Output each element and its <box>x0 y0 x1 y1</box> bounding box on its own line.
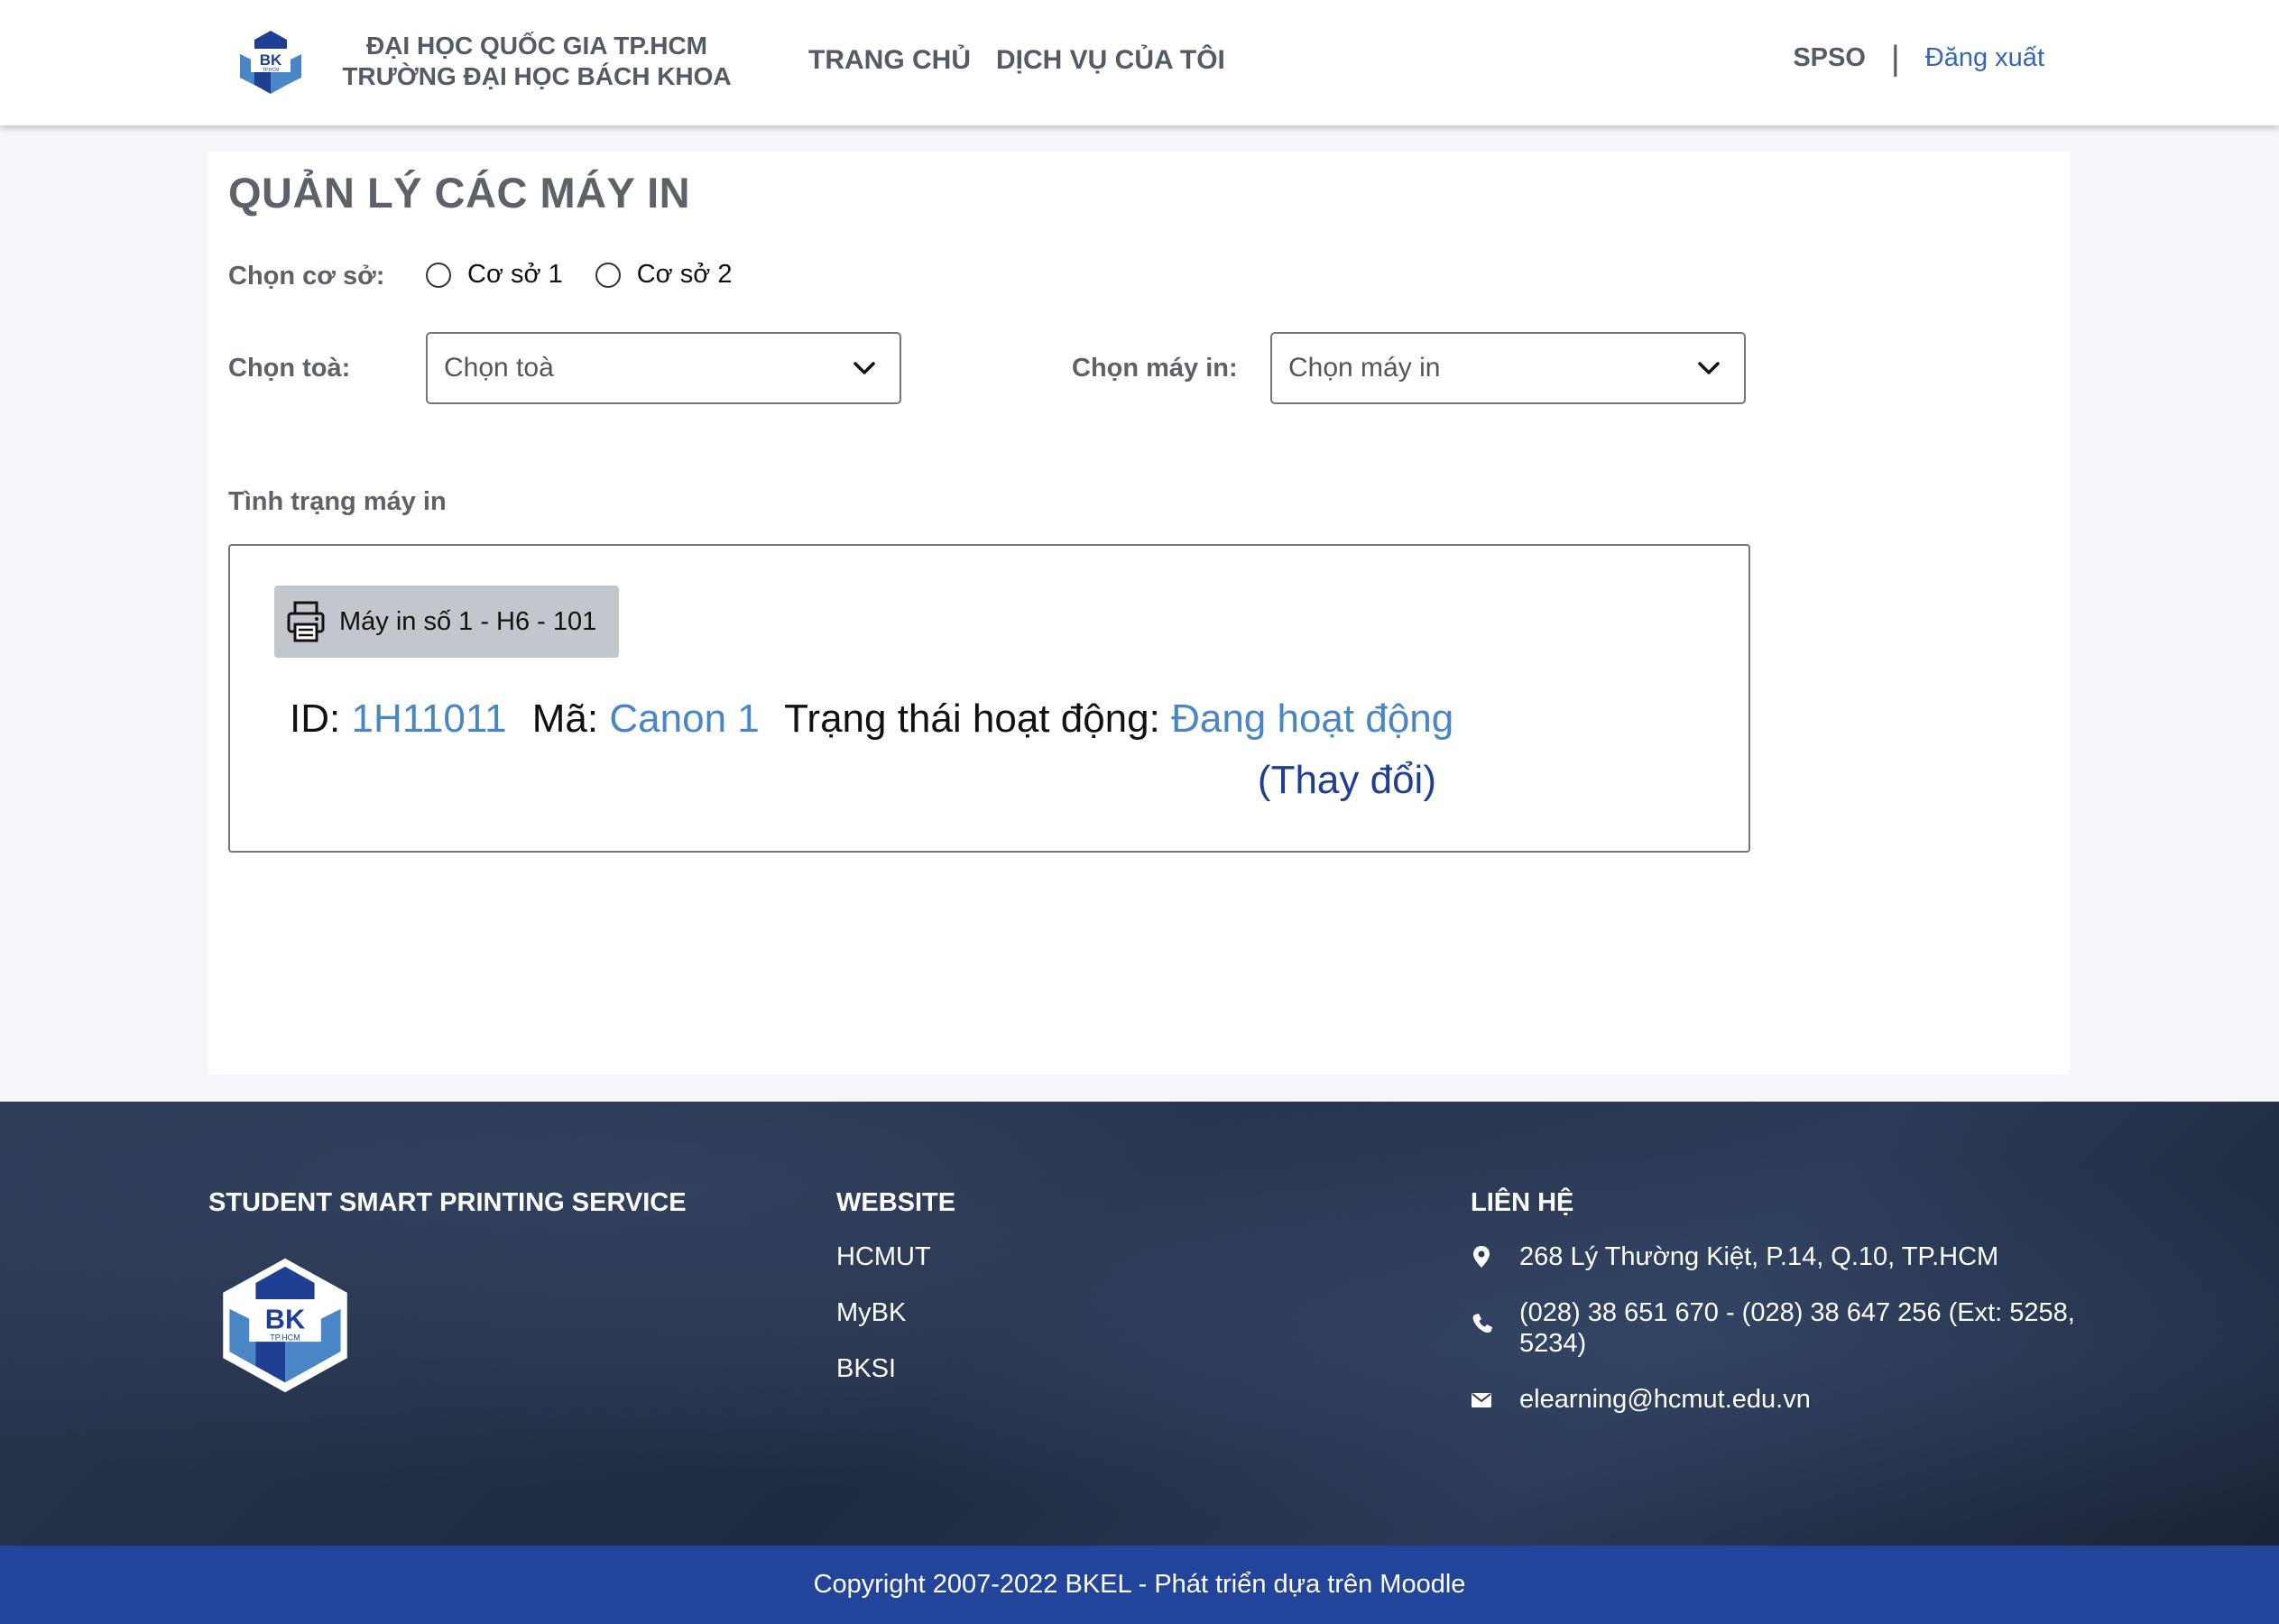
printer-info-line: ID: 1H11011 Mã: Canon 1 Trạng thái hoạt … <box>290 697 1453 742</box>
code-label: Mã: <box>531 697 599 741</box>
footer-website-title: WEBSITE <box>836 1188 956 1217</box>
building-select[interactable]: Chọn toà <box>426 332 901 404</box>
university-name: ĐẠI HỌC QUỐC GIA TP.HCM TRƯỜNG ĐẠI HỌC B… <box>334 31 740 92</box>
chevron-down-icon <box>853 362 875 374</box>
map-pin-icon <box>1473 1246 1490 1268</box>
footer-brand-title: STUDENT SMART PRINTING SERVICE <box>208 1188 687 1217</box>
campus-option-1-label: Cơ sở 1 <box>467 260 563 289</box>
printer-select[interactable]: Chọn máy in <box>1270 332 1746 404</box>
university-line-2: TRƯỜNG ĐẠI HỌC BÁCH KHOA <box>342 62 732 90</box>
id-label: ID: <box>290 697 341 741</box>
contact-address-text: 268 Lý Thường Kiệt, P.14, Q.10, TP.HCM <box>1519 1242 1999 1271</box>
printer-item-button[interactable]: Máy in số 1 - H6 - 101 <box>274 586 619 658</box>
state-value: Đang hoạt động <box>1171 697 1454 741</box>
printer-status-label: Tình trạng máy in <box>228 487 447 516</box>
printer-label: Chọn máy in: <box>1072 354 1238 383</box>
bk-logo[interactable]: BK TP.HCM <box>233 25 309 101</box>
svg-text:TP.HCM: TP.HCM <box>270 1333 300 1342</box>
contact-email-text[interactable]: elearning@hcmut.edu.vn <box>1519 1384 1811 1415</box>
contact-email: elearning@hcmut.edu.vn <box>1471 1384 2102 1415</box>
campus-option-2[interactable]: Cơ sở 2 <box>595 260 733 290</box>
code-value: Canon 1 <box>609 697 760 741</box>
state-label: Trạng thái hoạt động: <box>784 697 1160 741</box>
campus-radio-group: Cơ sở 1 Cơ sở 2 <box>426 260 732 290</box>
university-line-1: ĐẠI HỌC QUỐC GIA TP.HCM <box>365 32 707 60</box>
user-area: SPSO | Đăng xuất <box>1793 39 2044 78</box>
copyright-bar: Copyright 2007-2022 BKEL - Phát triển dự… <box>0 1546 2279 1624</box>
printer-status-box: Máy in số 1 - H6 - 101 ID: 1H11011 Mã: C… <box>228 544 1750 853</box>
contact-list: 268 Lý Thường Kiệt, P.14, Q.10, TP.HCM (… <box>1471 1241 2102 1440</box>
svg-text:TP.HCM: TP.HCM <box>263 68 280 73</box>
campus-label: Chọn cơ sở: <box>228 262 385 291</box>
building-select-value: Chọn toà <box>444 353 554 383</box>
top-header: BK TP.HCM ĐẠI HỌC QUỐC GIA TP.HCM TRƯỜNG… <box>0 0 2279 125</box>
radio-circle[interactable] <box>426 262 451 288</box>
printer-item-label: Máy in số 1 - H6 - 101 <box>339 606 597 636</box>
contact-phone-text: (028) 38 651 670 - (028) 38 647 256 (Ext… <box>1519 1298 2075 1358</box>
user-name: SPSO <box>1793 43 1866 72</box>
id-value: 1H11011 <box>351 697 507 741</box>
footer-links: HCMUT MyBK BKSI <box>836 1241 931 1384</box>
bk-logo: BK TP.HCM <box>223 1258 347 1393</box>
copyright-text: Copyright 2007-2022 BKEL - Phát triển dự… <box>813 1570 1466 1599</box>
change-status-link[interactable]: (Thay đổi) <box>230 758 1436 803</box>
building-label: Chọn toà: <box>228 354 351 383</box>
printer-management-panel: QUẢN LÝ CÁC MÁY IN Chọn cơ sở: Cơ sở 1 C… <box>208 152 2070 1075</box>
printer-select-value: Chọn máy in <box>1288 353 1441 383</box>
svg-text:BK: BK <box>265 1304 305 1335</box>
footer: STUDENT SMART PRINTING SERVICE BK TP.HCM… <box>0 1102 2279 1546</box>
printer-icon <box>287 601 325 642</box>
contact-phone: (028) 38 651 670 - (028) 38 647 256 (Ext… <box>1471 1297 2102 1359</box>
main-nav: TRANG CHỦ DỊCH VỤ CỦA TÔI <box>808 45 1225 76</box>
chevron-down-icon <box>1698 362 1720 374</box>
campus-option-2-label: Cơ sở 2 <box>636 260 733 289</box>
contact-address: 268 Lý Thường Kiệt, P.14, Q.10, TP.HCM <box>1471 1241 2102 1272</box>
phone-icon <box>1472 1314 1492 1333</box>
nav-my-services[interactable]: DỊCH VỤ CỦA TÔI <box>996 45 1225 76</box>
mail-icon <box>1472 1393 1491 1407</box>
campus-option-1[interactable]: Cơ sở 1 <box>426 260 563 290</box>
footer-contact-title: LIÊN HỆ <box>1471 1188 1574 1217</box>
footer-link-bksi[interactable]: BKSI <box>836 1353 931 1384</box>
page-title: QUẢN LÝ CÁC MÁY IN <box>228 169 691 217</box>
user-separator: | <box>1890 39 1900 78</box>
svg-text:BK: BK <box>260 51 282 69</box>
logout-link[interactable]: Đăng xuất <box>1925 43 2044 73</box>
footer-link-hcmut[interactable]: HCMUT <box>836 1241 931 1272</box>
radio-circle[interactable] <box>595 262 621 288</box>
footer-link-mybk[interactable]: MyBK <box>836 1297 931 1328</box>
nav-home[interactable]: TRANG CHỦ <box>808 45 971 76</box>
